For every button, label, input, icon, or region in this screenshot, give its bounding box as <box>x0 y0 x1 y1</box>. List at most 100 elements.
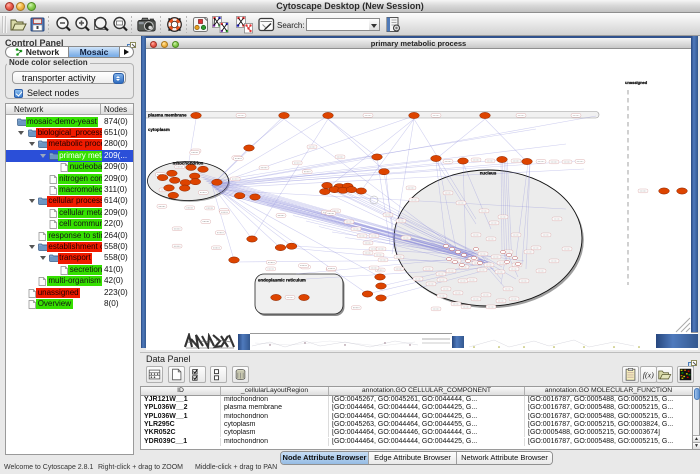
tree-row[interactable]: nitrogen compou209(0) <box>6 173 133 184</box>
table-scrollbar[interactable]: ▲ ▼ <box>692 386 700 450</box>
matrix-icon[interactable] <box>677 366 694 383</box>
network-window-titlebar[interactable]: primary metabolic process <box>146 36 691 49</box>
tree-row[interactable]: mosaic-demo-yeast874(0) <box>6 116 133 127</box>
delete-attribute-icon[interactable] <box>232 366 249 383</box>
zoom-window-button[interactable] <box>27 2 36 11</box>
graph-node[interactable] <box>375 274 386 280</box>
graph-node[interactable] <box>164 185 175 191</box>
graph-node[interactable] <box>659 188 670 194</box>
advanced-search-icon[interactable] <box>384 15 403 34</box>
tree-expander-icon[interactable] <box>40 154 46 158</box>
unselect-attributes-icon[interactable] <box>210 366 227 383</box>
graph-node[interactable] <box>522 158 533 164</box>
tree-row[interactable]: cellular process614(0) <box>6 196 133 207</box>
graph-node[interactable] <box>356 188 367 194</box>
minimize-window-button[interactable] <box>16 2 25 11</box>
tree-row[interactable]: secretion41(0) <box>6 264 133 275</box>
graph-node[interactable] <box>189 173 200 179</box>
node-color-combobox[interactable]: transporter activity <box>12 71 126 84</box>
graph-node[interactable] <box>286 243 297 249</box>
graph-node[interactable] <box>458 158 469 164</box>
minimize-view-button[interactable] <box>161 41 168 48</box>
graph-node[interactable] <box>379 169 390 175</box>
float-panel-icon[interactable] <box>127 37 136 45</box>
graph-node[interactable] <box>346 187 357 193</box>
tree-expander-icon[interactable] <box>29 245 35 249</box>
resize-grip-icon[interactable] <box>676 318 690 332</box>
table-row[interactable]: YDR039C__1mitochondrion[GO:0044464, GO:0… <box>141 438 693 446</box>
scroll-up-button[interactable]: ▲ <box>693 435 700 442</box>
copy-network-icon[interactable] <box>211 15 230 34</box>
tree-row[interactable]: primary metabo209(... <box>6 150 133 161</box>
open-icon[interactable] <box>9 15 28 34</box>
table-column-header[interactable]: annotation.GO MOLECULAR_FUNCTION <box>525 387 693 396</box>
tab-network-attribute-browser[interactable]: Network Attribute Browser <box>457 452 552 464</box>
table-row[interactable]: YLR295Ccytoplasm[GO:0045263, GO:0044464,… <box>141 421 693 429</box>
tree-row[interactable]: Overview8(0) <box>6 298 133 309</box>
tab-edge-attribute-browser[interactable]: Edge Attribute Browser <box>369 452 457 464</box>
scrollbar-thumb[interactable] <box>694 388 700 400</box>
graph-node[interactable] <box>167 170 178 176</box>
graph-node[interactable] <box>250 194 261 200</box>
tree-row[interactable]: cellular metabol209(0) <box>6 207 133 218</box>
graph-node[interactable] <box>480 112 491 118</box>
graph-node[interactable] <box>376 295 387 301</box>
tree-row[interactable]: multi-organism pro42(0) <box>6 276 133 287</box>
graph-node[interactable] <box>234 193 245 199</box>
search-input[interactable] <box>306 18 370 31</box>
tab-overflow-button[interactable] <box>120 47 132 57</box>
tree-row[interactable]: nucleobase-209(0) <box>6 162 133 173</box>
tree-row[interactable]: unassigned223(0) <box>6 287 133 298</box>
tree-row[interactable]: macromolecule311(0) <box>6 184 133 195</box>
scroll-down-button[interactable]: ▼ <box>693 442 700 449</box>
graph-node[interactable] <box>212 179 223 185</box>
select-attributes-icon[interactable] <box>189 366 206 383</box>
help-ring-icon[interactable] <box>165 15 184 34</box>
table-column-header[interactable]: ID <box>141 387 221 396</box>
zoom-view-button[interactable] <box>172 41 179 48</box>
graph-node[interactable] <box>376 283 387 289</box>
table-column-header[interactable]: _cellularLayoutRegion <box>221 387 329 396</box>
tree-row[interactable]: biological_process651(0) <box>6 127 133 138</box>
zoom-in-icon[interactable] <box>73 15 92 34</box>
graph-node[interactable] <box>190 179 201 185</box>
new-attribute-icon[interactable] <box>168 366 185 383</box>
graph-node[interactable] <box>198 166 209 172</box>
vizmapper-icon[interactable] <box>257 15 276 34</box>
tree-row[interactable]: establishment of lo558(0) <box>6 241 133 252</box>
graph-node[interactable] <box>320 189 331 195</box>
tree-row[interactable]: metabolic process280(0) <box>6 139 133 150</box>
snapshot-icon[interactable] <box>137 15 156 34</box>
tree-expander-icon[interactable] <box>40 256 46 260</box>
tree-row[interactable]: transport558(0) <box>6 253 133 264</box>
graph-node[interactable] <box>409 112 420 118</box>
zoom-selected-icon[interactable] <box>111 15 130 34</box>
network-canvas[interactable]: plasma membranecytoplasmmitochondrionnuc… <box>146 49 691 333</box>
tab-mosaic[interactable]: Mosaic <box>69 47 120 57</box>
tree-expander-icon[interactable] <box>29 142 35 146</box>
graph-node[interactable] <box>677 188 688 194</box>
formula-icon[interactable]: f(x) <box>640 366 657 383</box>
graph-node[interactable] <box>372 154 383 160</box>
graph-node[interactable] <box>275 245 286 251</box>
tree-expander-icon[interactable] <box>29 199 35 203</box>
import-folder-icon[interactable] <box>656 366 673 383</box>
graph-node[interactable] <box>271 294 282 300</box>
zoom-out-icon[interactable] <box>54 15 73 34</box>
graph-node[interactable] <box>169 177 180 183</box>
select-nodes-checkbox[interactable] <box>14 89 23 98</box>
tree-row[interactable]: response to stimulu264(0) <box>6 230 133 241</box>
table-row[interactable]: YPL036W__2plasma membrane[GO:0044464, GO… <box>141 404 693 412</box>
graph-node[interactable] <box>323 112 334 118</box>
graph-node[interactable] <box>299 294 310 300</box>
graph-node[interactable] <box>362 291 373 297</box>
graph-node[interactable] <box>168 192 179 198</box>
table-column-header[interactable]: annotation.GO CELLULAR_COMPONENT <box>329 387 525 396</box>
tab-network[interactable]: Network <box>6 47 69 57</box>
graph-node[interactable] <box>229 257 240 263</box>
tab-node-attribute-browser[interactable]: Node Attribute Browser <box>281 452 369 464</box>
zoom-fit-icon[interactable] <box>92 15 111 34</box>
layout-icon[interactable] <box>191 15 210 34</box>
close-view-button[interactable] <box>150 41 157 48</box>
graph-node[interactable] <box>191 112 202 118</box>
